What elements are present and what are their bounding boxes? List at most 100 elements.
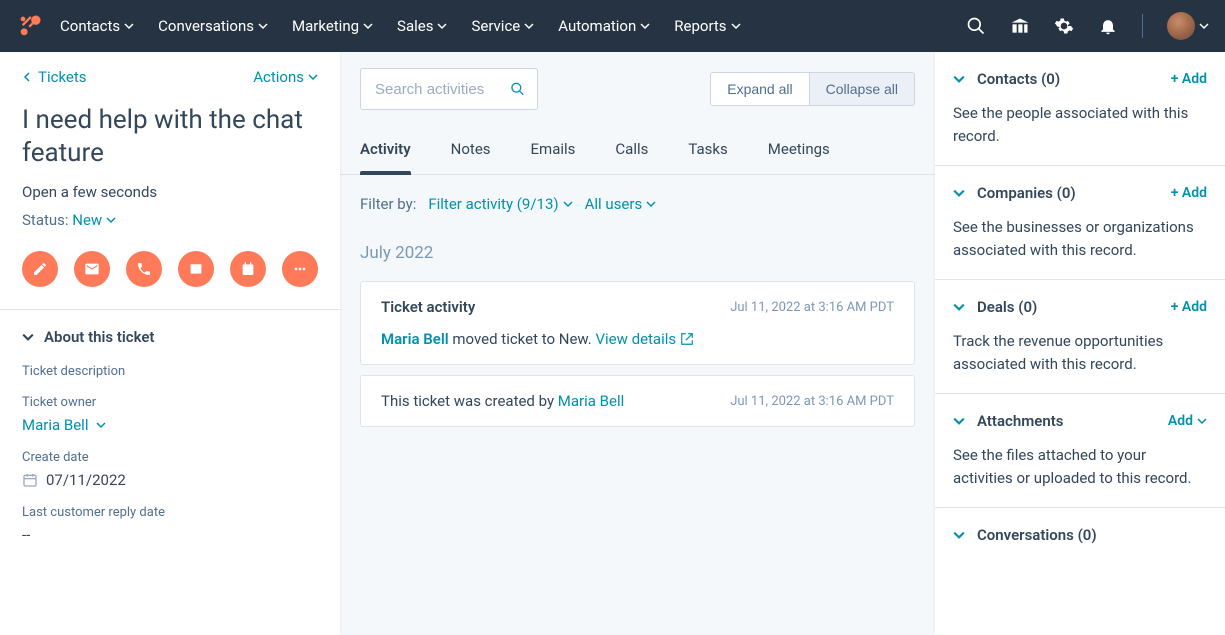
section-body: See the businesses or organizations asso… [953,216,1207,261]
chevron-down-icon [646,199,656,209]
tab-emails[interactable]: Emails [531,130,576,174]
user-link[interactable]: Maria Bell [381,330,449,348]
section-title: Companies (0) [977,184,1076,202]
chevron-down-icon [953,529,965,541]
user-link[interactable]: Maria Bell [558,392,624,410]
about-ticket-title: About this ticket [44,328,154,346]
filter-users-dropdown[interactable]: All users [585,195,657,213]
back-label: Tickets [38,68,87,86]
bell-icon[interactable] [1098,16,1118,36]
ticket-title: I need help with the chat feature [22,104,318,169]
section-companies: Companies (0) + Add See the businesses o… [935,166,1225,280]
email-button[interactable] [74,251,110,287]
field-owner: Ticket owner Maria Bell [22,395,318,434]
card-time: Jul 11, 2022 at 3:16 AM PDT [730,300,894,315]
chevron-down-icon [731,21,741,31]
status-value: New [72,211,102,229]
back-tickets-link[interactable]: Tickets [22,68,87,86]
card-pretext: This ticket was created by [381,392,558,410]
nav-label: Marketing [292,17,359,35]
open-line: Open a few seconds [22,183,318,201]
nav-label: Automation [558,17,636,35]
expand-collapse-group: Expand all Collapse all [710,72,915,106]
call-button[interactable] [126,251,162,287]
expand-all-button[interactable]: Expand all [711,73,808,105]
add-attachment-button[interactable]: Add [1168,413,1207,429]
section-title: Conversations (0) [977,526,1097,544]
hubspot-logo[interactable] [16,12,44,40]
marketplace-icon[interactable] [1010,16,1030,36]
quick-actions [0,229,340,309]
nav-service[interactable]: Service [471,17,534,35]
nav-marketing[interactable]: Marketing [292,17,373,35]
chevron-down-icon [953,73,965,85]
reply-date-value: -- [22,526,318,544]
chevron-left-icon [22,72,32,82]
actions-button[interactable]: Actions [253,68,318,86]
left-header: Tickets Actions I need help with the cha… [0,52,340,229]
create-date-text: 07/11/2022 [46,471,126,489]
filter-activity-dropdown[interactable]: Filter activity (9/13) [428,195,572,213]
section-header: Companies (0) + Add [953,184,1207,202]
gear-icon[interactable] [1054,16,1074,36]
field-label: Create date [22,450,318,465]
status-dropdown[interactable]: New [72,211,116,229]
nav-label: Conversations [158,17,254,35]
left-top-row: Tickets Actions [22,68,318,86]
field-description: Ticket description [22,364,318,379]
section-body: See the files attached to your activitie… [953,444,1207,489]
task-button[interactable] [230,251,266,287]
section-title: Deals (0) [977,298,1037,316]
section-toggle[interactable]: Contacts (0) [953,70,1060,88]
center-top-row: Expand all Collapse all [340,52,935,110]
tab-activity[interactable]: Activity [360,130,411,174]
search-input[interactable] [373,80,502,99]
section-toggle[interactable]: Deals (0) [953,298,1037,316]
add-deal-button[interactable]: + Add [1171,299,1207,315]
chevron-down-icon [124,21,134,31]
tab-calls[interactable]: Calls [615,130,648,174]
chevron-down-icon [106,215,116,225]
collapse-all-button[interactable]: Collapse all [809,73,914,105]
owner-dropdown[interactable]: Maria Bell [22,416,318,434]
tab-meetings[interactable]: Meetings [768,130,830,174]
card-text: moved ticket to New. [449,330,596,348]
chevron-down-icon [1199,21,1209,31]
ticket-fields: Ticket description Ticket owner Maria Be… [0,364,340,584]
card-top: This ticket was created by Maria Bell Ju… [381,392,894,410]
note-button[interactable] [22,251,58,287]
nav-automation[interactable]: Automation [558,17,650,35]
section-toggle[interactable]: Attachments [953,412,1063,430]
field-reply-date: Last customer reply date -- [22,505,318,544]
activity-tabs: Activity Notes Emails Calls Tasks Meetin… [340,130,935,175]
view-details-link[interactable]: View details [595,330,693,348]
search-activities[interactable] [360,68,538,110]
section-attachments: Attachments Add See the files attached t… [935,394,1225,508]
section-toggle[interactable]: Conversations (0) [953,526,1097,544]
more-button[interactable] [282,251,318,287]
tab-notes[interactable]: Notes [451,130,491,174]
nav-conversations[interactable]: Conversations [158,17,268,35]
account-menu[interactable] [1167,12,1209,40]
section-title: Attachments [977,412,1063,430]
log-button[interactable] [178,251,214,287]
section-toggle[interactable]: Companies (0) [953,184,1076,202]
about-ticket-header[interactable]: About this ticket [0,310,340,364]
card-body: Maria Bell moved ticket to New. View det… [381,330,894,348]
add-contact-button[interactable]: + Add [1171,71,1207,87]
tab-tasks[interactable]: Tasks [688,130,727,174]
actions-label: Actions [253,68,304,86]
create-date-value[interactable]: 07/11/2022 [22,471,318,489]
nav-sales[interactable]: Sales [397,17,447,35]
right-panel: Contacts (0) + Add See the people associ… [935,52,1225,635]
add-company-button[interactable]: + Add [1171,185,1207,201]
field-label: Ticket owner [22,395,318,410]
status-label: Status: [22,211,69,229]
search-icon[interactable] [966,16,986,36]
center-panel: Expand all Collapse all Activity Notes E… [340,52,935,635]
nav-contacts[interactable]: Contacts [60,17,134,35]
nav-label: Service [471,17,520,35]
nav-reports[interactable]: Reports [674,17,740,35]
chevron-down-icon [308,72,318,82]
search-icon [510,80,525,98]
